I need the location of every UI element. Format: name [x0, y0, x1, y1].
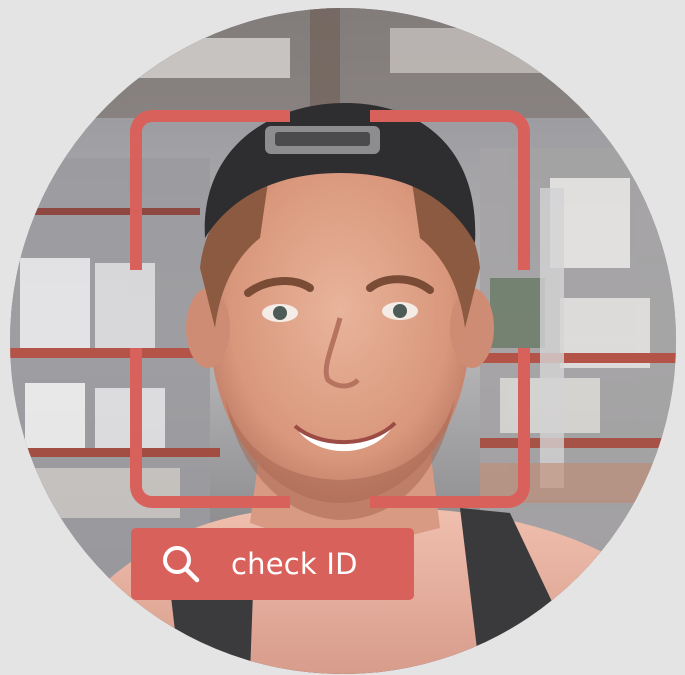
check-id-button[interactable]: check ID [131, 528, 414, 600]
search-icon [163, 546, 200, 583]
check-id-label: check ID [231, 547, 358, 581]
identity-check-card: check ID [0, 0, 685, 675]
